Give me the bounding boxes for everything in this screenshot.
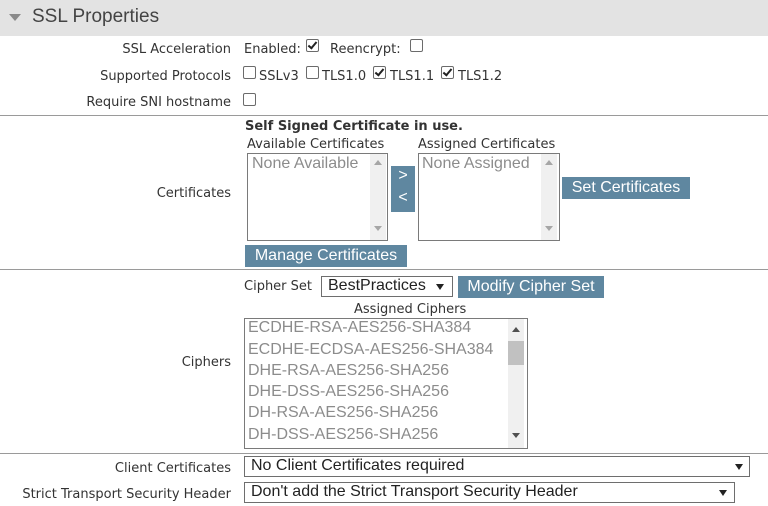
cipher-item[interactable]: DHE-RSA-AES256-SHA256 [248,362,449,380]
cipher-set-label: Cipher Set [244,279,313,294]
protocol-tls10-label: TLS1.0 [322,69,367,84]
scroll-up-icon[interactable] [512,327,520,332]
dropdown-arrow-icon [436,284,444,290]
assigned-certificate-item[interactable]: None Assigned [422,155,530,173]
cipher-item[interactable]: ECDHE-RSA-AES256-SHA384 [248,319,471,337]
modify-cipher-set-button[interactable]: Modify Cipher Set [458,276,604,298]
move-left-button[interactable]: < [391,188,415,210]
enabled-label: Enabled: [244,42,301,57]
scroll-down-icon[interactable] [512,433,520,438]
scroll-down-icon[interactable] [374,226,382,231]
divider [0,115,768,116]
protocol-tls11-checkbox[interactable] [373,66,386,79]
dropdown-arrow-icon [735,464,743,470]
protocol-sslv3-label: SSLv3 [259,69,299,84]
ssl-acceleration-label: SSL Acceleration [122,42,231,57]
cipher-item[interactable]: DHE-DSS-AES256-SHA256 [248,383,449,401]
enabled-checkbox[interactable] [306,39,319,52]
cipher-item[interactable]: DH-RSA-AES256-SHA256 [248,404,438,422]
require-sni-checkbox[interactable] [243,93,256,106]
cipher-set-select[interactable]: BestPractices [321,276,453,297]
ciphers-label: Ciphers [181,355,231,370]
section-title: SSL Properties [32,6,160,27]
collapse-triangle-icon[interactable] [9,14,21,21]
available-certificates-header: Available Certificates [247,137,385,152]
client-certificates-select[interactable]: No Client Certificates required [244,456,750,477]
manage-certificates-button[interactable]: Manage Certificates [245,245,407,267]
dropdown-arrow-icon [719,490,727,496]
hsts-label: Strict Transport Security Header [22,487,231,502]
cipher-item[interactable]: ECDHE-ECDSA-AES256-SHA384 [248,341,493,359]
require-sni-label: Require SNI hostname [86,95,231,110]
move-right-button[interactable]: > [391,166,415,188]
protocol-tls10-checkbox[interactable] [306,66,319,79]
protocol-sslv3-checkbox[interactable] [243,66,256,79]
protocol-tls11-label: TLS1.1 [390,69,435,84]
cipher-set-value: BestPractices [328,277,426,294]
assigned-certificates-header: Assigned Certificates [418,137,556,152]
protocol-tls12-checkbox[interactable] [441,66,454,79]
scroll-up-icon[interactable] [374,160,382,165]
divider [0,453,768,454]
certificates-label: Certificates [156,186,231,201]
certificate-status: Self Signed Certificate in use. [245,119,463,134]
client-certificates-value: No Client Certificates required [251,457,465,474]
hsts-value: Don't add the Strict Transport Security … [251,483,578,500]
ciphers-scrollbar[interactable] [508,319,524,448]
reencrypt-checkbox[interactable] [410,39,423,52]
scroll-thumb[interactable] [508,341,524,365]
scroll-down-icon[interactable] [545,226,553,231]
cipher-item[interactable]: DH-DSS-AES256-SHA256 [248,426,438,444]
protocol-tls12-label: TLS1.2 [458,69,503,84]
hsts-select[interactable]: Don't add the Strict Transport Security … [244,482,735,503]
available-certificate-item[interactable]: None Available [252,155,358,173]
client-certificates-label: Client Certificates [114,461,231,476]
divider [0,269,768,270]
scroll-up-icon[interactable] [545,160,553,165]
supported-protocols-label: Supported Protocols [100,69,231,84]
assigned-ciphers-header: Assigned Ciphers [354,302,467,317]
set-certificates-button[interactable]: Set Certificates [562,177,690,199]
reencrypt-label: Reencrypt: [330,42,401,57]
